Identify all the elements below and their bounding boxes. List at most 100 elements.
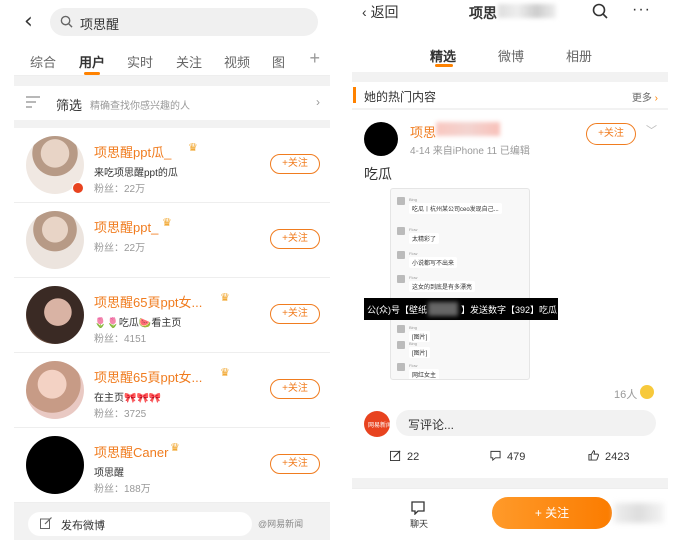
user-row[interactable]: 项思醒65頁ppt女... ♛ 🌷🌷吃瓜🍉看主页 粉丝：4151 +关注 <box>14 278 330 353</box>
post-author[interactable]: 项思 <box>410 122 436 141</box>
watermark: @网易新闻 <box>258 519 304 529</box>
emoji-icon <box>640 385 654 399</box>
filter-title: 筛选 <box>56 98 83 113</box>
chat-text: 这女的到底是有多漂亮 <box>409 281 476 292</box>
repost-button[interactable]: 22 <box>390 450 419 463</box>
user-description: 项思醒 <box>94 468 124 479</box>
user-name[interactable]: 项思醒65頁ppt女... <box>94 292 202 311</box>
chat-avatar <box>397 197 405 205</box>
avatar[interactable] <box>26 361 84 419</box>
comment-count: 479 <box>507 451 526 463</box>
user-row[interactable]: 项思醒ppt_ ♛ 粉丝：22万 +关注 <box>14 203 330 278</box>
follow-button[interactable]: +关注 <box>270 379 320 399</box>
user-row[interactable]: 项思醒Caner ♛ 项思醒 粉丝：188万 +关注 <box>14 428 330 503</box>
follow-button[interactable]: + 关注 <box>492 497 612 529</box>
add-tab-icon[interactable]: + <box>309 48 320 69</box>
tab-following[interactable]: 关注 <box>176 52 202 71</box>
chat-sender: Bing <box>409 325 418 330</box>
filter-description: 精确查找你感兴趣的人 <box>90 101 190 112</box>
chevron-right-icon: › <box>654 93 658 104</box>
overlay-text-left: 公(众)号【壁纸 <box>367 305 427 315</box>
post-actions: 22 479 2423 <box>352 446 668 470</box>
chevron-down-icon[interactable]: ﹀ <box>646 122 657 138</box>
blurred-name <box>498 4 556 18</box>
profile-tabs: 精选 微博 相册 <box>352 30 668 72</box>
more-label: 更多 <box>631 93 652 104</box>
more-icon[interactable]: ··· <box>632 1 651 19</box>
commenter-badge: 网易新闻 <box>368 423 393 429</box>
chat-sender: Flow <box>409 363 418 368</box>
blurred-text <box>428 302 458 316</box>
tab-comprehensive[interactable]: 综合 <box>30 52 56 71</box>
tab-realtime[interactable]: 实时 <box>127 52 153 71</box>
back-button[interactable]: ‹ 返回 <box>362 2 399 22</box>
user-row[interactable]: 项思醒65頁ppt女... ♛ 在主页🎀🎀🎀 粉丝：3725 +关注 <box>14 353 330 428</box>
chat-avatar <box>397 227 405 235</box>
avatar[interactable] <box>26 436 84 494</box>
liked-by-count: 16人 <box>614 389 638 401</box>
search-icon <box>60 15 73 28</box>
commenter-avatar: 网易新闻 <box>364 411 393 437</box>
search-query-text: 项思醒 <box>80 17 120 32</box>
user-description: 在主页🎀🎀🎀 <box>94 393 162 404</box>
tab-weibo[interactable]: 微博 <box>498 46 524 65</box>
chat-sender: Bing <box>409 341 418 346</box>
post-text: 吃瓜 <box>364 166 392 182</box>
post-card: 项思 4-14 来自iPhone 11 已编辑 +关注 ﹀ 吃瓜 Bing 吃瓜… <box>352 110 668 478</box>
chat-screenshot-image[interactable]: Bing 吃瓜丨杭州某公司ceo发现自己... Flow 太精彩了 Flow 小… <box>390 188 530 380</box>
avatar[interactable] <box>364 122 398 156</box>
follow-button[interactable]: +关注 <box>586 123 636 145</box>
chat-text: [图片] <box>409 347 431 358</box>
follow-button[interactable]: +关注 <box>270 454 320 474</box>
profile-panel: ‹ 返回 项思 ··· 精选 微博 相册 她的热门内容 更多 › 项思 4-14… <box>352 0 668 540</box>
user-fans: 粉丝：3725 <box>94 409 147 420</box>
hot-content-title: 她的热门内容 <box>364 90 437 104</box>
user-name[interactable]: 项思醒Caner <box>94 442 168 461</box>
user-row[interactable]: 项思醒ppt瓜_ ♛ 来吃项思醒ppt的瓜 粉丝：22万 +关注 <box>14 128 330 203</box>
filter-bar[interactable]: 筛选 精确查找你感兴趣的人 › <box>14 86 330 120</box>
tab-images[interactable]: 图 <box>272 52 285 71</box>
user-name[interactable]: 项思醒65頁ppt女... <box>94 367 202 386</box>
hot-content-header: 她的热门内容 更多 › <box>352 82 668 108</box>
profile-title: 项思 <box>469 5 497 21</box>
chat-sender: Flow <box>409 227 418 232</box>
chat-icon[interactable] <box>410 501 426 515</box>
chat-text: 太精彩了 <box>409 233 440 244</box>
comment-placeholder: 写评论... <box>408 418 455 432</box>
user-description: 来吃项思醒ppt的瓜 <box>94 168 178 179</box>
crown-icon: ♛ <box>220 367 230 379</box>
user-list: 项思醒ppt瓜_ ♛ 来吃项思醒ppt的瓜 粉丝：22万 +关注 项思醒ppt_… <box>14 128 330 503</box>
chat-text: 网红女主 <box>409 369 440 379</box>
chat-label[interactable]: 聊天 <box>410 517 428 530</box>
like-button[interactable]: 2423 <box>588 450 629 463</box>
comment-input[interactable]: 写评论... <box>396 410 656 436</box>
more-link[interactable]: 更多 › <box>632 89 658 104</box>
chat-avatar <box>397 363 405 371</box>
user-name[interactable]: 项思醒ppt_ <box>94 217 158 236</box>
compose-post-button[interactable]: 发布微博 <box>28 512 252 536</box>
tab-video[interactable]: 视频 <box>224 52 250 71</box>
search-header: ‹ 项思醒 <box>14 0 330 44</box>
tab-featured[interactable]: 精选 <box>430 46 456 65</box>
back-icon[interactable]: ‹ <box>24 10 42 34</box>
like-count: 2423 <box>605 451 630 463</box>
follow-button[interactable]: +关注 <box>270 154 320 174</box>
chat-text: 小说都写不出来 <box>409 257 458 268</box>
follow-button[interactable]: +关注 <box>270 304 320 324</box>
tab-album[interactable]: 相册 <box>566 46 592 65</box>
avatar[interactable] <box>26 211 84 269</box>
repost-icon <box>390 450 401 461</box>
search-input[interactable]: 项思醒 <box>50 8 318 36</box>
comment-button[interactable]: 479 <box>490 450 525 463</box>
tab-users[interactable]: 用户 <box>79 52 105 71</box>
user-description: 🌷🌷吃瓜🍉看主页 <box>94 318 182 329</box>
thumbs-up-icon <box>588 450 599 461</box>
user-fans: 粉丝：4151 <box>94 334 147 345</box>
avatar[interactable] <box>26 286 84 344</box>
blurred-name <box>436 122 500 136</box>
search-icon[interactable] <box>592 3 608 19</box>
user-name[interactable]: 项思醒ppt瓜_ <box>94 142 171 161</box>
filter-icon <box>26 96 40 108</box>
follow-button[interactable]: +关注 <box>270 229 320 249</box>
profile-header: ‹ 返回 项思 ··· <box>352 0 668 30</box>
